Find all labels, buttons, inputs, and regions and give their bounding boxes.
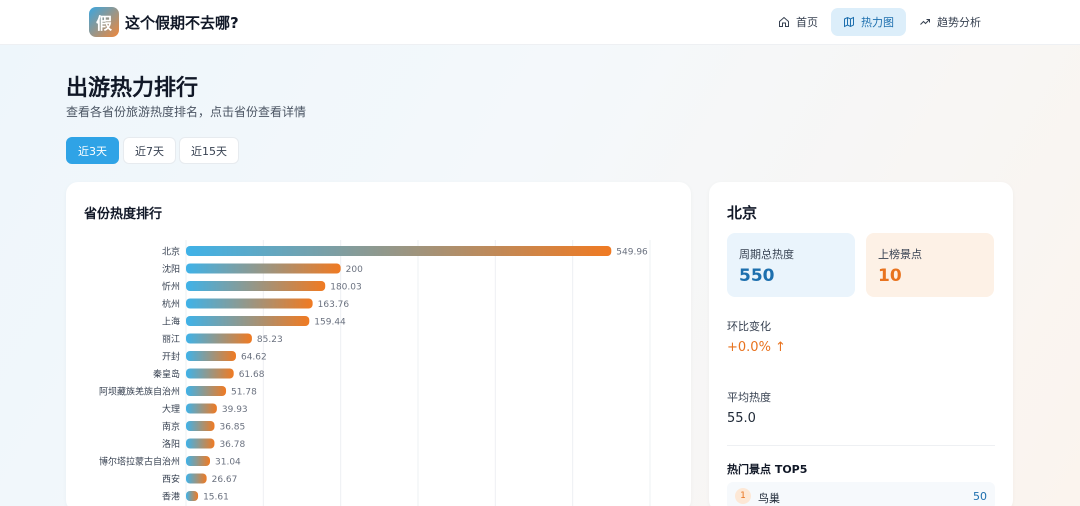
value-label: 163.76: [318, 300, 350, 310]
value-label: 159.44: [314, 318, 346, 328]
category-label: 洛阳: [162, 438, 180, 450]
change-label: 环比变化: [727, 320, 771, 333]
bar-3[interactable]: [186, 281, 326, 291]
range-3-days-button[interactable]: 近3天: [66, 137, 119, 164]
spots-box: 上榜景点 10: [866, 233, 994, 297]
rank-badge: 1: [735, 488, 751, 504]
value-label: 31.04: [215, 458, 241, 468]
province-bar-chart: 北京 549.96 沈阳 200 忻州 180.03 杭州 163.76 上海 159.44 丽江 8…: [99, 240, 651, 506]
category-label: 忻州: [162, 281, 180, 293]
avg-value: 55.0: [727, 411, 756, 426]
nav-trend-label: 趋势分析: [937, 16, 981, 29]
home-icon: [779, 16, 789, 27]
value-label: 200: [346, 265, 363, 275]
bar-9[interactable]: [186, 386, 227, 396]
category-label: 秦皇岛: [153, 368, 180, 380]
app-title[interactable]: 这个假期不去哪?: [125, 12, 239, 33]
category-label: 杭州: [162, 298, 180, 310]
bar-5[interactable]: [186, 316, 310, 326]
category-label: 博尔塔拉蒙古自治州: [99, 456, 180, 468]
bar-13[interactable]: [186, 456, 211, 466]
category-label: 阿坝藏族羌族自治州: [99, 386, 180, 398]
value-label: 15.61: [203, 493, 229, 503]
app-logo[interactable]: 假: [89, 7, 119, 37]
nav-trend[interactable]: 趋势分析: [907, 8, 993, 36]
bar-12[interactable]: [186, 438, 215, 449]
value-label: 549.96: [616, 248, 648, 258]
category-label: 丽江: [162, 334, 180, 345]
range-15-days-button[interactable]: 近15天: [179, 137, 239, 164]
category-label: 沈阳: [162, 263, 180, 275]
value-label: 36.85: [219, 423, 245, 433]
category-label: 西安: [162, 473, 180, 485]
spots-value: 10: [878, 266, 902, 286]
nav-home[interactable]: 首页: [766, 8, 830, 36]
top-header: 假 这个假期不去哪? 首页 热力图 趋势分析: [0, 0, 1080, 45]
category-label: 北京: [162, 246, 180, 258]
category-label: 香港: [162, 491, 180, 503]
bar-11[interactable]: [186, 421, 215, 431]
category-label: 开封: [162, 351, 180, 363]
spots-label: 上榜景点: [878, 248, 922, 261]
value-label: 51.78: [231, 388, 257, 398]
bar-14[interactable]: [186, 473, 207, 484]
category-label: 大理: [162, 403, 180, 415]
nav-home-label: 首页: [796, 16, 818, 29]
bar-1[interactable]: [186, 246, 612, 256]
top-spot-score: 50: [973, 490, 987, 503]
page-title: 出游热力排行: [66, 76, 199, 101]
value-label: 64.62: [241, 353, 267, 363]
province-ranking-card: 省份热度排行 北京 549.96 沈阳 200 忻州 180.03 杭州 163.76 上海 15…: [66, 182, 691, 506]
nav-heatmap-label: 热力图: [861, 16, 894, 29]
bar-4[interactable]: [186, 298, 313, 309]
value-label: 26.67: [212, 475, 238, 485]
total-heat-box: 周期总热度 550: [727, 233, 855, 297]
bar-6[interactable]: [186, 333, 252, 344]
bar-8[interactable]: [186, 368, 234, 379]
trend-icon: [920, 19, 930, 25]
detail-title: 北京: [727, 204, 758, 222]
bar-7[interactable]: [186, 351, 236, 361]
range-7-days-button[interactable]: 近7天: [123, 137, 176, 164]
bar-2[interactable]: [186, 263, 341, 274]
change-value: +0.0% ↑: [727, 340, 786, 355]
value-label: 36.78: [219, 440, 245, 450]
nav-heatmap[interactable]: 热力图: [831, 8, 906, 36]
value-label: 39.93: [222, 405, 248, 415]
top-spot-item[interactable]: 1 鸟巢 50: [727, 482, 995, 506]
bar-15[interactable]: [186, 491, 199, 501]
category-label: 南京: [162, 421, 180, 433]
category-label: 上海: [162, 316, 180, 328]
top-spot-name: 鸟巢: [758, 492, 780, 505]
province-detail-card: 北京 周期总热度 550 上榜景点 10 环比变化 +0.0% ↑ 平均热度 5…: [709, 182, 1013, 506]
bar-10[interactable]: [186, 403, 217, 414]
value-label: 85.23: [257, 335, 283, 345]
value-label: 61.68: [239, 370, 265, 380]
top5-title: 热门景点 TOP5: [727, 463, 808, 476]
value-label: 180.03: [330, 283, 362, 293]
avg-label: 平均热度: [727, 391, 771, 404]
total-heat-label: 周期总热度: [739, 248, 794, 261]
divider: [727, 445, 995, 446]
total-heat-value: 550: [739, 266, 775, 286]
map-icon: [844, 16, 854, 28]
page-subtitle: 查看各省份旅游热度排名，点击省份查看详情: [66, 105, 307, 119]
